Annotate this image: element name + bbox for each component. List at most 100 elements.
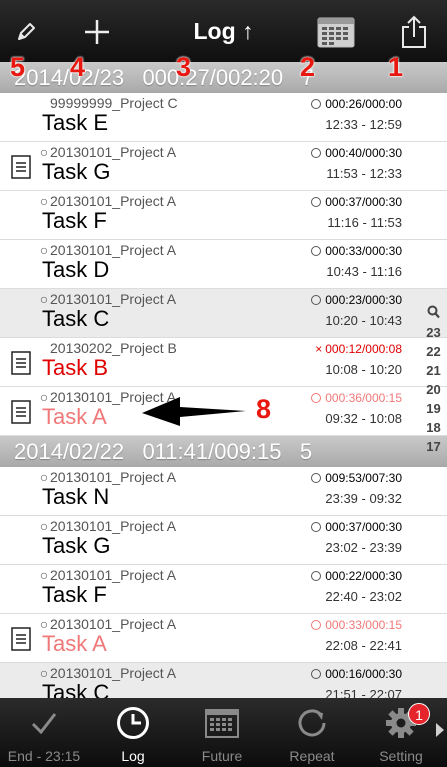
tab-setting[interactable]: 1 Setting (357, 698, 445, 767)
tab-label: Future (201, 748, 243, 764)
time-range: 11:53 - 12:33 (326, 166, 402, 181)
section-header: 2014/02/23 000:27/002:20 7 (0, 62, 447, 93)
tab-end[interactable]: End - 23:15 (0, 698, 88, 767)
search-icon[interactable] (427, 305, 440, 319)
project-label: 20130101_Project A (50, 469, 177, 485)
note-icon (11, 155, 31, 179)
duration-label: 000:33/000:30 (325, 244, 402, 258)
project-label: 20130101_Project A (50, 144, 177, 160)
tab-label: Log (121, 748, 145, 764)
calendar-icon (317, 17, 355, 48)
project-label: 20130101_Project A (50, 291, 177, 307)
task-label: Task E (42, 110, 109, 135)
task-label: Task G (42, 159, 111, 184)
time-range: 11:16 - 11:53 (327, 215, 402, 230)
list-item[interactable]: 99999999_Project C Task E 000:26/000:00 … (0, 93, 447, 142)
time-range: 12:33 - 12:59 (325, 117, 402, 132)
time-range: 10:20 - 10:43 (325, 313, 402, 328)
overrun-x-icon: × (315, 342, 323, 356)
task-label: Task G (42, 533, 111, 558)
index-item[interactable]: 20 (426, 380, 440, 399)
task-label: Task D (42, 257, 110, 282)
status-circle-icon (311, 571, 322, 581)
task-label: Task B (42, 355, 109, 380)
list-item[interactable]: ○ 20130101_Project A Task C 000:23/000:30… (0, 289, 447, 338)
task-label: Task N (42, 484, 110, 509)
project-label: 20130101_Project A (50, 242, 177, 258)
task-label: Task F (42, 582, 107, 607)
list-item[interactable]: ○ 20130101_Project A Task N 009:53/007:30… (0, 467, 447, 516)
list-item[interactable]: 20130202_Project B Task B × 000:12/000:08… (0, 338, 447, 387)
share-icon (402, 15, 426, 48)
index-item[interactable]: 17 (426, 437, 440, 456)
time-range: 23:02 - 23:39 (325, 540, 402, 555)
pencil-icon (18, 23, 35, 40)
project-label: 99999999_Project C (50, 95, 178, 111)
time-range: 23:39 - 09:32 (325, 491, 402, 506)
tab-repeat[interactable]: Repeat (268, 698, 356, 767)
status-circle-icon (311, 393, 322, 403)
calendar-button[interactable] (308, 0, 364, 64)
annotation-marker-1: 1 (388, 52, 404, 82)
annotation-marker-5: 5 (10, 52, 26, 82)
duration-label: 000:23/000:30 (325, 293, 402, 307)
annotation-marker-3: 3 (176, 52, 192, 82)
index-item[interactable]: 23 (426, 323, 440, 342)
duration-label: 000:37/000:30 (325, 195, 402, 209)
notification-badge: 1 (408, 703, 430, 725)
section-header: 2014/02/22 011:41/009:15 5 (0, 436, 447, 467)
duration-label: 000:37/000:30 (325, 520, 402, 534)
tab-label: Repeat (289, 748, 335, 764)
project-label: 20130101_Project A (50, 193, 177, 209)
task-label: Task C (42, 306, 110, 331)
note-icon (11, 400, 31, 424)
tab-log[interactable]: Log (89, 698, 177, 767)
chevron-right-icon[interactable] (435, 722, 445, 738)
tab-future[interactable]: Future (178, 698, 266, 767)
duration-label: 000:26/000:00 (325, 97, 402, 111)
duration-label: 000:22/000:30 (325, 569, 402, 583)
note-icon (11, 351, 31, 375)
project-label: 20130101_Project A (50, 616, 177, 632)
list-item[interactable]: ○ 20130101_Project A Task G 000:37/000:30… (0, 516, 447, 565)
list-item[interactable]: ○ 20130101_Project A Task F 000:37/000:30… (0, 191, 447, 240)
list-item[interactable]: ○ 20130101_Project A Task F 000:22/000:30… (0, 565, 447, 614)
list-item[interactable]: ○ 20130101_Project A Task G 000:40/000:30… (0, 142, 447, 191)
calendar-icon (205, 709, 239, 738)
status-circle-icon (311, 620, 322, 630)
page-title[interactable]: Log ↑ (150, 14, 297, 48)
index-item[interactable]: 21 (426, 361, 440, 380)
status-circle-icon (311, 295, 322, 305)
list-item[interactable]: ○ 20130101_Project A Task A 000:33/000:15… (0, 614, 447, 663)
index-item[interactable]: 18 (426, 418, 440, 437)
note-icon (11, 627, 31, 651)
status-circle-icon (311, 473, 322, 483)
task-label: Task F (42, 208, 107, 233)
duration-label: 000:16/000:30 (325, 667, 402, 681)
time-range: 22:40 - 23:02 (325, 589, 402, 604)
plus-icon (85, 20, 109, 44)
annotation-marker-4: 4 (70, 52, 86, 82)
tab-bar: End - 23:15 Log Future Repeat 1 Setting (0, 698, 447, 767)
clock-icon (117, 707, 149, 739)
status-circle-icon (311, 148, 322, 158)
annotation-arrow-icon (142, 397, 246, 426)
time-range: 10:08 - 10:20 (325, 362, 402, 377)
list-item[interactable]: ○ 20130101_Project A Task D 000:33/000:30… (0, 240, 447, 289)
duration-label: 000:12/000:08 (325, 342, 402, 356)
status-circle-icon (311, 246, 322, 256)
tab-label: Setting (379, 748, 423, 764)
status-circle-icon (311, 669, 322, 679)
task-label: Task A (42, 631, 107, 656)
task-label: Task A (42, 404, 107, 429)
index-item[interactable]: 22 (426, 342, 440, 361)
duration-label: 000:33/000:15 (325, 618, 402, 632)
index-item[interactable]: 19 (426, 399, 440, 418)
status-circle-icon (311, 99, 322, 109)
time-range: 10:43 - 11:16 (326, 264, 402, 279)
section-index-bar[interactable]: 23 22 21 20 19 18 17 (420, 305, 447, 456)
annotation-marker-8: 8 (256, 394, 272, 424)
project-label: 20130101_Project A (50, 665, 177, 681)
nav-bar: Log ↑ (0, 0, 447, 64)
checkmark-icon (31, 713, 57, 735)
